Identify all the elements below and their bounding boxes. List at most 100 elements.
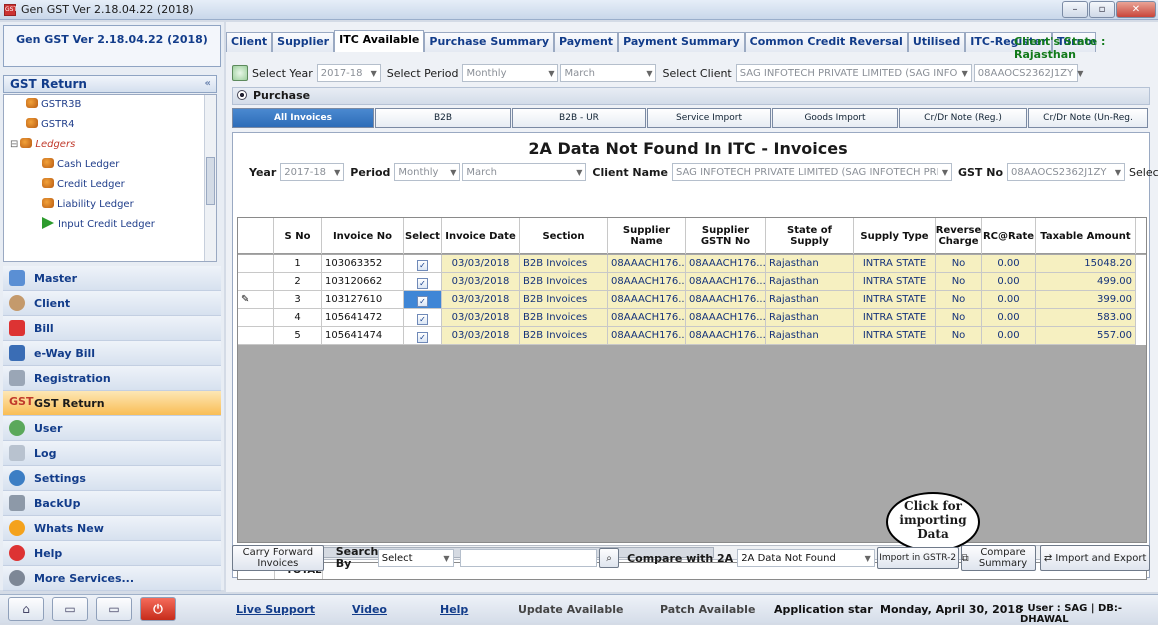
- cell-rate[interactable]: 0.00: [982, 273, 1036, 291]
- row-checkbox[interactable]: ✓: [417, 260, 428, 271]
- cell-sno[interactable]: 4: [274, 309, 322, 327]
- subtab-crdr-note-reg[interactable]: Cr/Dr Note (Reg.): [899, 108, 1027, 128]
- tab-utilised[interactable]: Utilised: [907, 32, 966, 52]
- nav-more-services[interactable]: More Services...: [3, 566, 221, 591]
- cell-supplier[interactable]: 08AAACH176...: [608, 327, 686, 345]
- cell-amount[interactable]: 499.00: [1036, 273, 1136, 291]
- maximize-button[interactable]: ▫: [1089, 1, 1115, 18]
- tab-client[interactable]: Client: [226, 32, 273, 52]
- row-header[interactable]: [238, 309, 274, 327]
- row-select-cell[interactable]: ✓: [404, 327, 442, 345]
- cell-type[interactable]: INTRA STATE: [854, 327, 936, 345]
- col-invoice-date[interactable]: Invoice Date: [442, 218, 520, 254]
- minimize-button[interactable]: –: [1062, 1, 1088, 18]
- close-button[interactable]: ✕: [1116, 1, 1156, 18]
- nav-registration[interactable]: Registration: [3, 366, 221, 391]
- refresh-icon[interactable]: [232, 65, 248, 81]
- cell-amount[interactable]: 15048.20: [1036, 255, 1136, 273]
- tree-item-input-credit-ledger[interactable]: Input Credit Ledger: [42, 217, 155, 233]
- table-row[interactable]: 1 103063352 ✓ 03/03/2018 B2B Invoices 08AAACH…: [238, 255, 1146, 273]
- nav-master[interactable]: Master: [3, 266, 221, 291]
- cell-amount[interactable]: 583.00: [1036, 309, 1136, 327]
- search-button[interactable]: ⌕: [599, 548, 620, 568]
- panel-month-select[interactable]: March ▼: [462, 163, 587, 181]
- tree-scrollbar[interactable]: [204, 95, 216, 261]
- table-row[interactable]: ✎ 3 103127610 ✓ 03/03/2018 B2B Invoices 08AAAC…: [238, 291, 1146, 309]
- row-select-cell[interactable]: ✓: [404, 273, 442, 291]
- gstin-select[interactable]: 08AAOCS2362J1ZY ▼: [973, 64, 1083, 82]
- nav-log[interactable]: Log: [3, 441, 221, 466]
- cell-invoice[interactable]: 103063352: [322, 255, 404, 273]
- gst-return-header[interactable]: GST Return «: [3, 75, 217, 93]
- update-available[interactable]: Update Available: [518, 603, 623, 616]
- year-select[interactable]: 2017-18 ▼: [316, 64, 381, 82]
- cell-sno[interactable]: 1: [274, 255, 322, 273]
- tree-folder-ledgers[interactable]: ⊟ Ledgers: [10, 137, 75, 153]
- tab-common-credit-reversal[interactable]: Common Credit Reversal: [744, 32, 908, 52]
- tree-item-gstr4[interactable]: GSTR4: [26, 117, 75, 133]
- tree-scroll-thumb[interactable]: [206, 157, 215, 205]
- subtab-crdr-note-unreg[interactable]: Cr/Dr Note (Un-Reg.: [1028, 108, 1148, 128]
- cell-supplier[interactable]: 08AAACH176...: [608, 309, 686, 327]
- cell-invoice[interactable]: 103120662: [322, 273, 404, 291]
- row-checkbox[interactable]: ✓: [417, 296, 428, 307]
- tab-itc-available[interactable]: ITC Available: [334, 30, 425, 52]
- row-header[interactable]: ✎: [238, 291, 274, 309]
- table-row[interactable]: 2 103120662 ✓ 03/03/2018 B2B Invoices 08AAACH…: [238, 273, 1146, 291]
- tile-horizontal-button[interactable]: ▭: [96, 597, 132, 621]
- cell-state[interactable]: Rajasthan: [766, 273, 854, 291]
- row-header[interactable]: [238, 327, 274, 345]
- row-select-cell[interactable]: ✓: [404, 309, 442, 327]
- search-by-select[interactable]: Select ▼: [377, 549, 454, 567]
- col-supplier-gstn[interactable]: Supplier GSTN No: [686, 218, 766, 254]
- cell-gstn[interactable]: 08AAACH176...: [686, 327, 766, 345]
- cell-type[interactable]: INTRA STATE: [854, 309, 936, 327]
- cell-invoice[interactable]: 105641472: [322, 309, 404, 327]
- cell-invoice[interactable]: 105641474: [322, 327, 404, 345]
- cell-date[interactable]: 03/03/2018: [442, 327, 520, 345]
- tree-expand-icon[interactable]: ⊟: [10, 139, 18, 150]
- tile-vertical-button[interactable]: ▭: [52, 597, 88, 621]
- cell-sno[interactable]: 2: [274, 273, 322, 291]
- month-select[interactable]: March ▼: [560, 64, 657, 82]
- nav-client[interactable]: Client: [3, 291, 221, 316]
- cell-amount[interactable]: 557.00: [1036, 327, 1136, 345]
- cell-supplier[interactable]: 08AAACH176...: [608, 291, 686, 309]
- client-select[interactable]: SAG INFOTECH PRIVATE LIMITED (SAG INFO ▼: [735, 64, 972, 82]
- col-state-of-supply[interactable]: State of Supply: [766, 218, 854, 254]
- cell-rc[interactable]: No: [936, 255, 982, 273]
- cell-section[interactable]: B2B Invoices: [520, 291, 608, 309]
- import-gstr2-button[interactable]: Import in GSTR-2: [876, 547, 959, 569]
- panel-period-select[interactable]: Monthly ▼: [394, 163, 461, 181]
- subtab-service-import[interactable]: Service Import: [647, 108, 771, 128]
- tab-supplier[interactable]: Supplier: [272, 32, 335, 52]
- cell-rate[interactable]: 0.00: [982, 255, 1036, 273]
- cell-rc[interactable]: No: [936, 309, 982, 327]
- row-checkbox[interactable]: ✓: [417, 314, 428, 325]
- carry-forward-button[interactable]: Carry Forward Invoices: [232, 545, 324, 571]
- tree-item-liability-ledger[interactable]: Liability Ledger: [42, 197, 134, 213]
- cell-date[interactable]: 03/03/2018: [442, 273, 520, 291]
- purchase-radio[interactable]: Purchase: [232, 87, 1150, 105]
- period-select[interactable]: Monthly ▼: [462, 64, 559, 82]
- search-input[interactable]: [459, 549, 598, 567]
- home-button[interactable]: ⌂: [8, 597, 44, 621]
- cell-invoice[interactable]: 103127610: [322, 291, 404, 309]
- cell-sno[interactable]: 5: [274, 327, 322, 345]
- cell-date[interactable]: 03/03/2018: [442, 255, 520, 273]
- nav-gst-return[interactable]: GST GST Return: [3, 391, 221, 416]
- row-select-cell[interactable]: ✓: [404, 255, 442, 273]
- compare-summary-button[interactable]: ⧉ Compare Summary: [960, 545, 1037, 571]
- panel-client-select[interactable]: SAG INFOTECH PRIVATE LIMITED (SAG INFOTE…: [671, 163, 952, 181]
- subtab-b2b[interactable]: B2B: [375, 108, 511, 128]
- cell-state[interactable]: Rajasthan: [766, 291, 854, 309]
- cell-amount[interactable]: 399.00: [1036, 291, 1136, 309]
- subtab-all-invoices[interactable]: All Invoices: [232, 108, 374, 128]
- cell-rate[interactable]: 0.00: [982, 327, 1036, 345]
- cell-rc[interactable]: No: [936, 273, 982, 291]
- panel-year-select[interactable]: 2017-18 ▼: [280, 163, 345, 181]
- nav-user[interactable]: User: [3, 416, 221, 441]
- cell-supplier[interactable]: 08AAACH176...: [608, 255, 686, 273]
- nav-settings[interactable]: Settings: [3, 466, 221, 491]
- col-rc-rate[interactable]: RC@Rate: [982, 218, 1036, 254]
